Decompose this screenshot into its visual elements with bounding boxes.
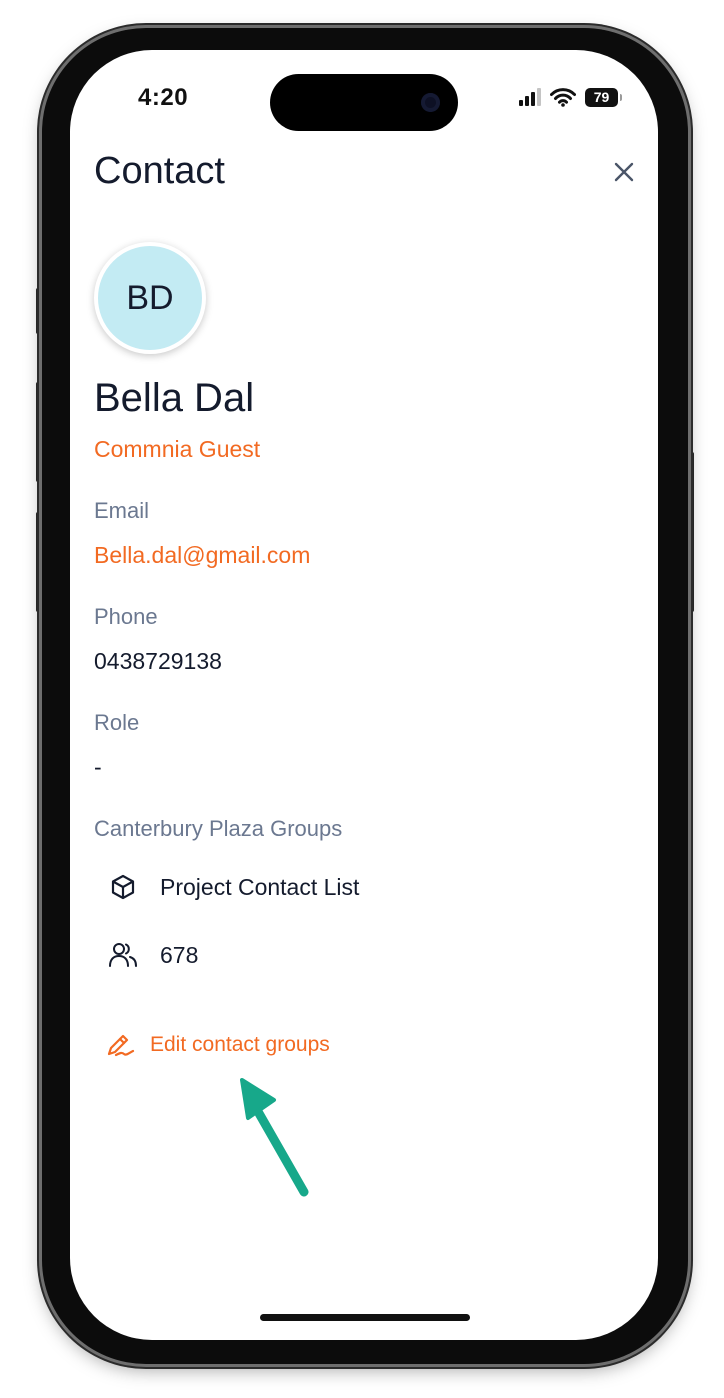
role-label: Role (94, 710, 140, 735)
battery-level: 79 (593, 89, 610, 105)
cellular-signal-icon (519, 88, 541, 106)
phone-value: 0438729138 (94, 648, 222, 674)
email-value[interactable]: Bella.dal@gmail.com (94, 542, 310, 569)
wifi-icon (550, 88, 576, 107)
groups-heading: Canterbury Plaza Groups (94, 816, 343, 841)
battery-icon: 79 (585, 87, 622, 107)
dynamic-island (270, 74, 458, 131)
page-title: Contact (94, 150, 225, 192)
group-item-label: Project Contact List (160, 873, 360, 900)
cube-icon (108, 872, 138, 902)
group-item: Project Contact List (108, 870, 359, 904)
group-item-label: 678 (160, 941, 199, 968)
status-time: 4:20 (138, 84, 189, 111)
users-icon (108, 940, 138, 970)
phone-screen: 4:20 79 Contact BD Bella Dal Commnia Gue… (70, 50, 658, 1340)
power-button (688, 452, 694, 612)
edit-contact-groups-label: Edit contact groups (150, 1033, 330, 1056)
pen-signature-icon (107, 1034, 135, 1057)
front-camera-icon (421, 93, 440, 112)
role-value: - (94, 754, 102, 780)
contact-name: Bella Dal (94, 376, 255, 420)
annotation-arrow-icon (240, 1078, 309, 1197)
close-icon (614, 162, 634, 182)
contact-type: Commnia Guest (94, 436, 261, 462)
close-button[interactable] (608, 156, 640, 188)
edit-contact-groups-button[interactable]: Edit contact groups (106, 1028, 330, 1062)
phone-label: Phone (94, 604, 158, 629)
group-item: 678 (108, 938, 198, 972)
email-label: Email (94, 498, 150, 523)
home-indicator[interactable] (260, 1314, 470, 1321)
avatar: BD (94, 242, 206, 354)
status-icons: 79 (519, 86, 622, 108)
